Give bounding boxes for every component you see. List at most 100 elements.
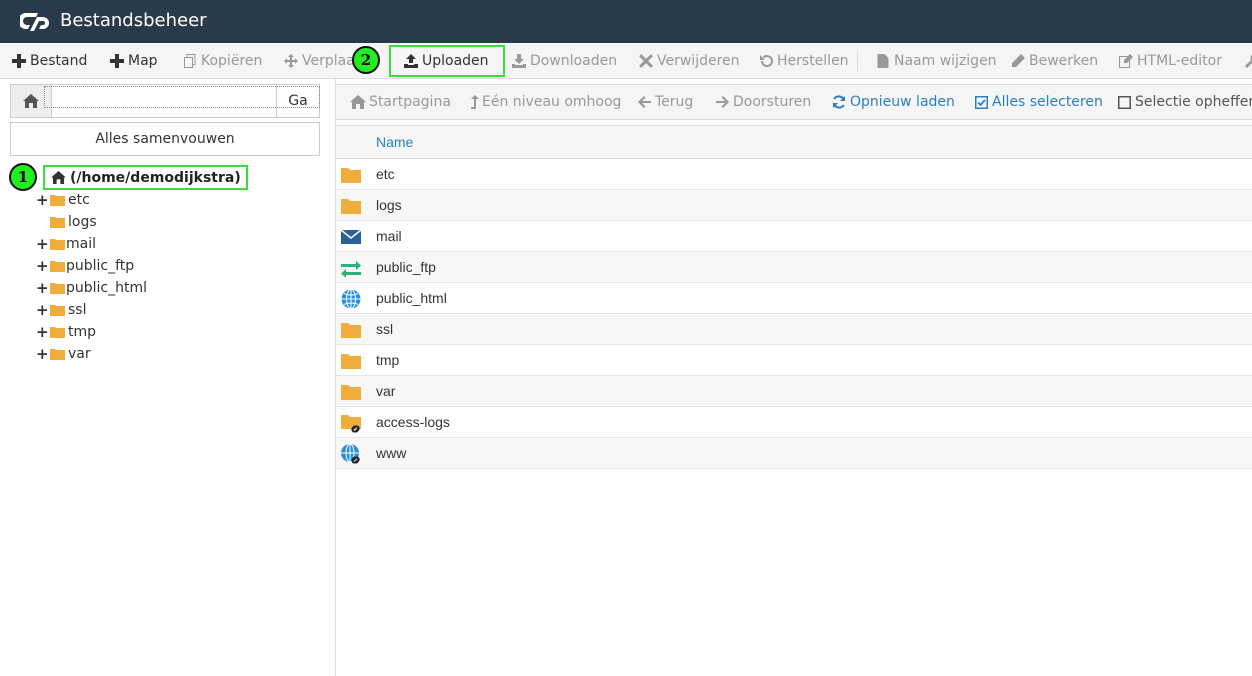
rename-button[interactable]: Naam wijzigen bbox=[876, 43, 997, 78]
tree-item-label: ssl bbox=[68, 302, 87, 318]
undo-icon bbox=[760, 54, 773, 67]
cpanel-logo-icon bbox=[20, 13, 49, 31]
expand-plus-icon[interactable]: + bbox=[36, 257, 50, 275]
forward-button[interactable]: Doorsturen bbox=[716, 85, 811, 119]
tree-item-public-html[interactable]: + public_html bbox=[36, 278, 147, 298]
folder-icon bbox=[50, 239, 65, 250]
home-button[interactable]: Startpagina bbox=[350, 85, 451, 119]
new-file-label: Bestand bbox=[30, 52, 88, 69]
copy-label: Kopiëren bbox=[201, 52, 263, 69]
back-button[interactable]: Terug bbox=[638, 85, 693, 119]
expand-plus-icon[interactable]: + bbox=[36, 323, 50, 341]
edit-button[interactable]: Bewerken bbox=[1011, 43, 1098, 78]
file-icon bbox=[877, 53, 889, 68]
move-icon bbox=[284, 53, 298, 68]
globe-link-icon bbox=[341, 443, 360, 464]
row-name: mail bbox=[376, 228, 402, 244]
plus-icon bbox=[12, 53, 26, 68]
tree-item-tmp[interactable]: + tmp bbox=[36, 322, 96, 342]
edit-label: Bewerken bbox=[1029, 52, 1099, 69]
navigation-bar: Startpagina Eén niveau omhoog Terug Door… bbox=[336, 84, 1252, 120]
table-row[interactable]: public_ftp bbox=[336, 252, 1252, 283]
table-row[interactable]: tmp bbox=[336, 345, 1252, 376]
delete-label: Verwijderen bbox=[657, 52, 740, 69]
up-one-level-button[interactable]: Eén niveau omhoog bbox=[469, 85, 621, 119]
table-row[interactable]: etc bbox=[336, 159, 1252, 190]
table-row[interactable]: access-logs bbox=[336, 407, 1252, 438]
tree-root-selected[interactable] bbox=[44, 86, 320, 108]
expand-plus-icon[interactable]: + bbox=[36, 345, 50, 363]
wrench-icon bbox=[1245, 54, 1252, 68]
tree-item-label: etc bbox=[68, 192, 90, 208]
folder-icon bbox=[50, 327, 65, 338]
top-bar: Bestandsbeheer bbox=[0, 0, 1252, 43]
new-file-button[interactable]: Bestand bbox=[12, 43, 87, 78]
copy-button[interactable]: Kopiëren bbox=[183, 43, 262, 78]
reload-button[interactable]: Opnieuw laden bbox=[832, 85, 955, 119]
tree-item-label: mail bbox=[66, 236, 96, 252]
deselect-button[interactable]: Selectie opheffen bbox=[1118, 85, 1252, 119]
new-folder-button[interactable]: Map bbox=[110, 43, 158, 78]
home-icon bbox=[23, 94, 39, 108]
expand-plus-icon[interactable]: + bbox=[36, 301, 50, 319]
tree-item-mail[interactable]: + mail bbox=[36, 234, 96, 254]
restore-button[interactable]: Herstellen bbox=[759, 43, 849, 78]
collapse-all-button[interactable]: Alles samenvouwen bbox=[10, 122, 320, 156]
annotation-badge-2: 2 bbox=[352, 46, 380, 74]
delete-button[interactable]: Verwijderen bbox=[639, 43, 740, 78]
folder-link-icon bbox=[341, 415, 361, 433]
table-row[interactable]: www bbox=[336, 438, 1252, 469]
download-button[interactable]: Downloaden bbox=[512, 43, 617, 78]
tree-item-public-ftp[interactable]: + public_ftp bbox=[36, 256, 134, 276]
mail-icon bbox=[340, 229, 362, 244]
toolbar-overflow-item[interactable] bbox=[1244, 43, 1252, 78]
home-icon bbox=[350, 95, 366, 109]
tree-root-label[interactable]: (/home/demodijkstra) bbox=[70, 170, 241, 186]
upload-highlight bbox=[389, 45, 505, 77]
move-button[interactable]: Verplaa bbox=[284, 43, 355, 78]
table-row[interactable]: public_html bbox=[336, 283, 1252, 314]
refresh-icon bbox=[833, 95, 845, 109]
tree-item-var[interactable]: + var bbox=[36, 344, 91, 364]
square-icon bbox=[1118, 95, 1131, 109]
row-name: etc bbox=[376, 166, 395, 182]
expand-plus-icon[interactable]: + bbox=[36, 279, 50, 297]
home-icon bbox=[51, 171, 66, 184]
row-name: www bbox=[376, 445, 407, 461]
reload-label: Opnieuw laden bbox=[850, 94, 955, 110]
home-label: Startpagina bbox=[369, 94, 451, 110]
table-row[interactable]: logs bbox=[336, 190, 1252, 221]
tree-item-logs[interactable]: logs bbox=[50, 212, 97, 232]
download-icon bbox=[512, 53, 526, 68]
tree-item-etc[interactable]: + etc bbox=[36, 190, 90, 210]
table-row[interactable]: var bbox=[336, 376, 1252, 407]
expand-plus-icon[interactable]: + bbox=[36, 191, 50, 209]
annotation-badge-1-label: 1 bbox=[17, 168, 29, 186]
select-all-label: Alles selecteren bbox=[992, 94, 1103, 110]
folder-icon bbox=[50, 349, 65, 360]
tree-item-ssl[interactable]: + ssl bbox=[36, 300, 86, 320]
toolbar-divider bbox=[857, 51, 858, 71]
folder-icon bbox=[341, 385, 361, 400]
folder-icon bbox=[341, 323, 361, 338]
app-title: Bestandsbeheer bbox=[60, 10, 207, 31]
folder-icon bbox=[50, 261, 65, 272]
column-name-header[interactable]: Name bbox=[376, 134, 413, 150]
table-row[interactable]: ssl bbox=[336, 314, 1252, 345]
tree-item-label: public_ftp bbox=[66, 258, 135, 274]
file-table-header: Name bbox=[336, 125, 1252, 159]
row-name: access-logs bbox=[376, 414, 450, 430]
pencil-icon bbox=[1012, 53, 1025, 67]
select-all-button[interactable]: Alles selecteren bbox=[975, 85, 1103, 119]
expand-plus-icon[interactable]: + bbox=[36, 235, 50, 253]
row-name: public_ftp bbox=[376, 259, 436, 275]
restore-label: Herstellen bbox=[777, 52, 849, 69]
up-one-level-label: Eén niveau omhoog bbox=[482, 94, 622, 110]
table-row[interactable]: mail bbox=[336, 221, 1252, 252]
download-label: Downloaden bbox=[530, 52, 618, 69]
folder-icon bbox=[341, 168, 361, 183]
folder-icon bbox=[50, 195, 65, 206]
arrow-left-icon bbox=[638, 96, 651, 108]
folder-icon bbox=[341, 354, 361, 369]
html-editor-button[interactable]: HTML-editor bbox=[1119, 43, 1222, 78]
